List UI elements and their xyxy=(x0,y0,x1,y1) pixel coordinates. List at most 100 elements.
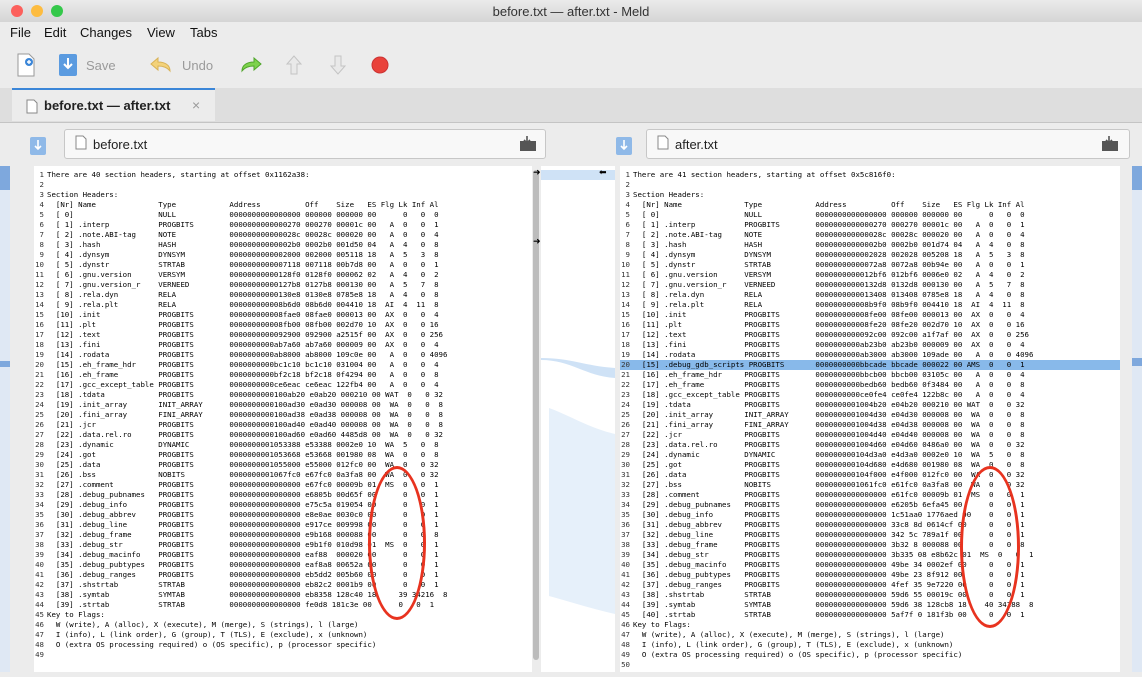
text-line[interactable]: 48 O (extra OS processing required) o (O… xyxy=(34,640,532,650)
text-line[interactable]: 27 [22] .data.rel.ro PROGBITS 0000000000… xyxy=(34,430,532,440)
text-line[interactable]: 49 xyxy=(34,650,532,660)
text-line[interactable]: 29 [24] .got PROGBITS 0000000001053668 e… xyxy=(34,450,532,460)
redo-button[interactable] xyxy=(238,52,266,78)
text-line[interactable]: 43 [38] .symtab SYMTAB 0000000000000000 … xyxy=(34,590,532,600)
text-line[interactable]: 35 [30] .debug_info PROGBITS 00000000000… xyxy=(620,510,1120,520)
right-save-icon[interactable] xyxy=(614,135,636,157)
text-line[interactable]: 44 [39] .strtab STRTAB 0000000000000000 … xyxy=(34,600,532,610)
text-line[interactable]: 17 [12] .text PROGBITS 0000000000092c00 … xyxy=(620,330,1120,340)
text-line[interactable]: 42 [37] .debug_ranges PROGBITS 000000000… xyxy=(620,580,1120,590)
new-comparison-button[interactable] xyxy=(16,52,36,78)
text-line[interactable]: 9 [ 4] .dynsym DYNSYM 0000000000002000 0… xyxy=(34,250,532,260)
right-overview-bar[interactable] xyxy=(1132,166,1142,672)
text-line[interactable]: 23 [18] .tdata PROGBITS 0000000000100ab2… xyxy=(34,390,532,400)
text-line[interactable]: 29 [24] .dynamic DYNAMIC 000000000104d3a… xyxy=(620,450,1120,460)
text-line[interactable]: 21 [16] .eh_frame PROGBITS 0000000000bf2… xyxy=(34,370,532,380)
text-line[interactable]: 28 [23] .dynamic DYNAMIC 000000000105338… xyxy=(34,440,532,450)
text-line[interactable]: 12 [ 7] .gnu.version_r VERNEED 000000000… xyxy=(620,280,1120,290)
text-line[interactable]: 5 [ 0] NULL 0000000000000000 000000 0000… xyxy=(620,210,1120,220)
left-overview-bar[interactable] xyxy=(0,166,10,672)
text-line[interactable]: 6 [ 1] .interp PROGBITS 0000000000000270… xyxy=(620,220,1120,230)
text-line[interactable]: 28 [23] .data.rel.ro PROGBITS 0000000001… xyxy=(620,440,1120,450)
text-line[interactable]: 19 [14] .rodata PROGBITS 0000000000ab800… xyxy=(34,350,532,360)
left-file-chooser[interactable]: before.txt xyxy=(64,129,546,159)
text-line[interactable]: 47 I (info), L (link order), G (group), … xyxy=(34,630,532,640)
text-line[interactable]: 38 [33] .debug_frame PROGBITS 0000000000… xyxy=(620,540,1120,550)
text-line[interactable]: 20 [15] .debug_gdb_scripts PROGBITS 0000… xyxy=(620,360,1120,370)
text-line[interactable]: 10 [ 5] .dynstr STRTAB 0000000000007118 … xyxy=(34,260,532,270)
tab-close-icon[interactable]: × xyxy=(192,97,200,113)
save-button[interactable]: Save xyxy=(58,52,116,78)
text-line[interactable]: 1 There are 40 section headers, starting … xyxy=(34,170,532,180)
text-line[interactable]: 18 [13] .fini PROGBITS 0000000000ab23b0 … xyxy=(620,340,1120,350)
text-line[interactable]: 7 [ 2] .note.ABI-tag NOTE 00000000000002… xyxy=(620,230,1120,240)
text-line[interactable]: 46 W (write), A (alloc), X (execute), M … xyxy=(34,620,532,630)
text-line[interactable]: 26 [21] .jcr PROGBITS 0000000000100ad40 … xyxy=(34,420,532,430)
text-line[interactable]: 13 [ 8] .rela.dyn RELA 00000000000130e8 … xyxy=(34,290,532,300)
text-line[interactable]: 4 [Nr] Name Type Address Off Size ES Flg… xyxy=(34,200,532,210)
right-file-chooser[interactable]: after.txt xyxy=(646,129,1130,159)
menu-view[interactable]: View xyxy=(147,25,175,40)
next-change-button[interactable] xyxy=(329,52,347,78)
menu-changes[interactable]: Changes xyxy=(80,25,132,40)
text-line[interactable]: 44 [39] .symtab SYMTAB 0000000000000000 … xyxy=(620,600,1120,610)
menu-edit[interactable]: Edit xyxy=(44,25,66,40)
text-line[interactable]: 50 xyxy=(620,660,1120,670)
previous-change-button[interactable] xyxy=(285,52,303,78)
text-line[interactable]: 3 Section Headers: xyxy=(34,190,532,200)
text-line[interactable]: 32 [27] .comment PROGBITS 00000000000000… xyxy=(34,480,532,490)
undo-button[interactable]: Undo xyxy=(148,52,213,78)
text-line[interactable]: 1 There are 41 section headers, starting … xyxy=(620,170,1120,180)
left-save-icon[interactable] xyxy=(28,135,50,157)
text-line[interactable]: 30 [25] .data PROGBITS 0000000001055000 … xyxy=(34,460,532,470)
text-line[interactable]: 41 [36] .debug_ranges PROGBITS 000000000… xyxy=(34,570,532,580)
tab-before-after[interactable]: before.txt — after.txt × xyxy=(12,88,215,121)
stop-button[interactable] xyxy=(371,52,389,78)
text-line[interactable]: 15 [10] .init PROGBITS 000000000008fe00 … xyxy=(620,310,1120,320)
text-line[interactable]: 13 [ 8] .rela.dyn RELA 0000000000013408 … xyxy=(620,290,1120,300)
text-line[interactable]: 10 [ 5] .dynstr STRTAB 00000000000072a8 … xyxy=(620,260,1120,270)
menu-file[interactable]: File xyxy=(10,25,31,40)
text-line[interactable]: 24 [19] .tdata PROGBITS 0000000001004b20… xyxy=(620,400,1120,410)
text-line[interactable]: 37 [32] .debug_line PROGBITS 00000000000… xyxy=(620,530,1120,540)
text-line[interactable]: 37 [32] .debug_frame PROGBITS 0000000000… xyxy=(34,530,532,540)
text-line[interactable]: 5 [ 0] NULL 0000000000000000 000000 0000… xyxy=(34,210,532,220)
text-line[interactable]: 18 [13] .fini PROGBITS 0000000000ab7a60 … xyxy=(34,340,532,350)
text-line[interactable]: 22 [17] .gcc_except_table PROGBITS 00000… xyxy=(34,380,532,390)
text-line[interactable]: 38 [33] .debug_str PROGBITS 000000000000… xyxy=(34,540,532,550)
text-line[interactable]: 36 [31] .debug_abbrev PROGBITS 000000000… xyxy=(620,520,1120,530)
text-line[interactable]: 3 Section Headers: xyxy=(620,190,1120,200)
text-line[interactable]: 6 [ 1] .interp PROGBITS 0000000000000270… xyxy=(34,220,532,230)
text-line[interactable]: 48 I (info), L (link order), G (group), … xyxy=(620,640,1120,650)
text-line[interactable]: 36 [31] .debug_line PROGBITS 00000000000… xyxy=(34,520,532,530)
text-line[interactable]: 34 [29] .debug_info PROGBITS 00000000000… xyxy=(34,500,532,510)
text-line[interactable]: 20 [15] .eh_frame_hdr PROGBITS 000000000… xyxy=(34,360,532,370)
text-line[interactable]: 24 [19] .init_array INIT_ARRAY 000000000… xyxy=(34,400,532,410)
text-line[interactable]: 14 [ 9] .rela.plt RELA 000000000008b6d0 … xyxy=(34,300,532,310)
text-line[interactable]: 41 [36] .debug_pubtypes PROGBITS 0000000… xyxy=(620,570,1120,580)
text-line[interactable]: 39 [34] .debug_str PROGBITS 000000000000… xyxy=(620,550,1120,560)
text-line[interactable]: 2 xyxy=(620,180,1120,190)
text-line[interactable]: 40 [35] .debug_pubtypes PROGBITS 0000000… xyxy=(34,560,532,570)
menu-tabs[interactable]: Tabs xyxy=(190,25,217,40)
text-line[interactable]: 31 [26] .bss NOBITS 0000000001067fc0 e67… xyxy=(34,470,532,480)
text-line[interactable]: 33 [28] .debug_pubnames PROGBITS 0000000… xyxy=(34,490,532,500)
text-line[interactable]: 25 [20] .fini_array FINI_ARRAY 000000000… xyxy=(34,410,532,420)
text-line[interactable]: 39 [34] .debug_macinfo PROGBITS 00000000… xyxy=(34,550,532,560)
text-line[interactable]: 2 xyxy=(34,180,532,190)
right-open-file-icon[interactable] xyxy=(1100,135,1120,153)
text-line[interactable]: 35 [30] .debug_abbrev PROGBITS 000000000… xyxy=(34,510,532,520)
push-right-arrow-icon[interactable]: ➜ xyxy=(533,167,541,178)
text-line[interactable]: 49 O (extra OS processing required) o (O… xyxy=(620,650,1120,660)
text-line[interactable]: 27 [22] .jcr PROGBITS 0000000001004d40 e… xyxy=(620,430,1120,440)
text-line[interactable]: 32 [27] .bss NOBITS 0000000001061fc0 e61… xyxy=(620,480,1120,490)
text-line[interactable]: 7 [ 2] .note.ABI-tag NOTE 00000000000002… xyxy=(34,230,532,240)
text-line[interactable]: 21 [16] .eh_frame_hdr PROGBITS 000000000… xyxy=(620,370,1120,380)
text-line[interactable]: 23 [18] .gcc_except_table PROGBITS 00000… xyxy=(620,390,1120,400)
text-line[interactable]: 17 [12] .text PROGBITS 0000000000092900 … xyxy=(34,330,532,340)
push-right-arrow-icon[interactable]: ➜ xyxy=(533,236,541,247)
text-line[interactable]: 40 [35] .debug_macinfo PROGBITS 00000000… xyxy=(620,560,1120,570)
text-line[interactable]: 11 [ 6] .gnu.version VERSYM 000000000001… xyxy=(620,270,1120,280)
text-line[interactable]: 43 [38] .shstrtab STRTAB 000000000000000… xyxy=(620,590,1120,600)
text-line[interactable]: 12 [ 7] .gnu.version_r VERNEED 000000000… xyxy=(34,280,532,290)
